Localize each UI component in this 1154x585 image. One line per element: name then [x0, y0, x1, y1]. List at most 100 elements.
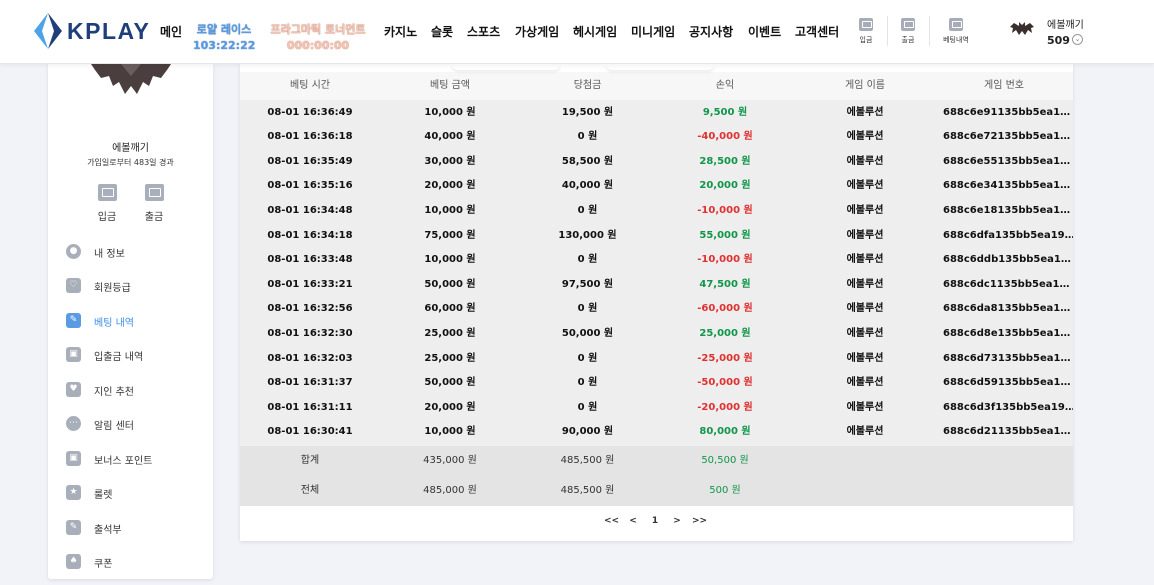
- wallet-icon: [97, 184, 117, 201]
- nav-sports[interactable]: 스포츠: [467, 23, 500, 40]
- table-body: 08-01 16:36:49 10,000 원 19,500 원 9,500 원 에볼루…: [240, 100, 1073, 446]
- game-id-cell: 688c6d3f135bb5ea19…: [943, 401, 1073, 413]
- nav-slot[interactable]: 슬롯: [431, 23, 453, 40]
- membership-days: 가입일로부터 483일 경과: [87, 158, 174, 167]
- top-bet-history-button[interactable]: 베팅내역: [940, 18, 972, 45]
- chat-icon: ⋯: [66, 416, 81, 431]
- divider: [887, 16, 888, 46]
- bet-time-cell: 08-01 16:35:49: [267, 155, 353, 167]
- table-row[interactable]: 08-01 16:34:48 10,000 원 0 원 -10,000 원 에볼루션 68…: [240, 199, 1073, 224]
- table-row[interactable]: 08-01 16:33:21 50,000 원 97,500 원 47,500 원 에볼…: [240, 273, 1073, 298]
- table-row[interactable]: 08-01 16:35:49 30,000 원 58,500 원 28,500 원 에볼…: [240, 150, 1073, 175]
- game-id-cell: 688c6d21135bb5ea1…: [943, 426, 1071, 438]
- column-header: 손익: [715, 80, 735, 91]
- royal-race-timer: 103:22:22: [193, 39, 256, 52]
- nav-mini-game[interactable]: 미니게임: [631, 23, 675, 40]
- game-id-cell: 688c6da8135bb5ea1…: [943, 303, 1071, 315]
- sidebar-deposit-button[interactable]: 입금: [87, 184, 127, 223]
- deposit-icon: [859, 18, 873, 31]
- sidebar-item-attendance[interactable]: ✎ 출석부: [66, 518, 206, 538]
- sidebar-withdraw-label: 출금: [144, 212, 164, 223]
- nav-pragmatic-tournament[interactable]: 프라그마틱 토너먼트 000:00:00: [266, 22, 370, 54]
- sidebar-item-label: 내 정보: [94, 249, 125, 260]
- table-row[interactable]: 08-01 16:36:18 40,000 원 0 원 -40,000 원 에볼루션 68…: [240, 125, 1073, 150]
- sidebar-item-member-grade[interactable]: ♡ 회원등급: [66, 276, 206, 296]
- bat-avatar-icon: [1010, 22, 1034, 35]
- chevron-down-icon[interactable]: ⌄: [1072, 34, 1083, 45]
- summary-label: 전체: [300, 485, 320, 496]
- game-name-cell: 에볼루션: [846, 131, 884, 143]
- sidebar-item-coupon[interactable]: ♠ 쿠폰: [66, 552, 206, 572]
- sidebar-item-label: 회원등급: [94, 283, 131, 294]
- bet-amount-cell: 20,000 원: [424, 401, 476, 413]
- sidebar-withdraw-button[interactable]: 출금: [134, 184, 174, 223]
- summary-row-subtotal: 합계 435,000 원 485,500 원 50,500 원: [240, 446, 1073, 476]
- top-deposit-button[interactable]: 입금: [850, 18, 882, 45]
- bet-time-cell: 08-01 16:32:03: [267, 352, 353, 364]
- table-row[interactable]: 08-01 16:36:49 10,000 원 19,500 원 9,500 원 에볼루…: [240, 101, 1073, 126]
- nav-customer-center[interactable]: 고객센터: [795, 23, 839, 40]
- sidebar-item-my-info[interactable]: ● 내 정보: [66, 242, 206, 262]
- table-row[interactable]: 08-01 16:31:37 50,000 원 0 원 -50,000 원 에볼루션 68…: [240, 371, 1073, 396]
- game-id-cell: 688c6d8e135bb5ea1…: [943, 327, 1071, 339]
- sidebar-item-notifications[interactable]: ⋯ 알림 센터: [66, 414, 206, 434]
- game-name-cell: 에볼루션: [846, 377, 884, 389]
- last-page-button[interactable]: >>: [692, 516, 707, 526]
- first-page-button[interactable]: <<: [604, 516, 619, 526]
- pragmatic-tournament-label: 프라그마틱 토너먼트: [270, 23, 366, 36]
- prev-page-button[interactable]: <: [626, 516, 640, 526]
- bet-amount-cell: 60,000 원: [424, 303, 476, 315]
- sidebar-item-bet-history[interactable]: ✎ 베팅 내역: [66, 311, 206, 331]
- table-row[interactable]: 08-01 16:34:18 75,000 원 130,000 원 55,000 원 에…: [240, 224, 1073, 249]
- nav-virtual-game[interactable]: 가상게임: [515, 23, 559, 40]
- sidebar-item-referral[interactable]: ♥ 지인 추천: [66, 380, 206, 400]
- profit-loss-cell: -25,000 원: [697, 352, 753, 364]
- bet-time-cell: 08-01 16:34:18: [267, 229, 353, 241]
- column-header: 베팅 금액: [430, 80, 470, 91]
- profit-loss-cell: 47,500 원: [699, 278, 751, 290]
- nav-royal-race[interactable]: 로얄 레이스 103:22:22: [193, 22, 255, 54]
- win-amount-cell: 97,500 원: [561, 278, 614, 290]
- table-row[interactable]: 08-01 16:32:03 25,000 원 0 원 -25,000 원 에볼루션 68…: [240, 347, 1073, 372]
- nav-main[interactable]: 메인: [160, 23, 182, 40]
- top-withdraw-button[interactable]: 출금: [892, 18, 924, 45]
- sidebar-item-label: 보너스 포인트: [94, 456, 153, 467]
- summary-win: 485,500 원: [560, 485, 615, 496]
- nav-event[interactable]: 이벤트: [748, 23, 781, 40]
- filter-tab[interactable]: [606, 64, 714, 70]
- table-row[interactable]: 08-01 16:31:11 20,000 원 0 원 -20,000 원 에볼루션 68…: [240, 396, 1073, 421]
- kplay-logo[interactable]: KPLAY: [34, 13, 149, 49]
- user-info[interactable]: 에볼깨기 509 ⌄: [1010, 16, 1120, 50]
- bet-time-cell: 08-01 16:30:41: [267, 426, 353, 438]
- bet-amount-cell: 20,000 원: [424, 180, 476, 192]
- wallet-icon: [144, 184, 164, 201]
- column-header: 게임 번호: [984, 80, 1024, 91]
- nav-notice[interactable]: 공지사항: [689, 23, 733, 40]
- nav-casino[interactable]: 카지노: [384, 23, 417, 40]
- table-row[interactable]: 08-01 16:30:41 10,000 원 90,000 원 80,000 원 에볼…: [240, 420, 1073, 445]
- next-page-button[interactable]: >: [670, 516, 684, 526]
- table-row[interactable]: 08-01 16:32:30 25,000 원 50,000 원 25,000 원 에볼…: [240, 322, 1073, 347]
- column-header: 베팅 시간: [290, 80, 330, 91]
- bat-avatar-icon: [91, 64, 171, 94]
- summary-profit-loss: 50,500 원: [701, 455, 749, 466]
- sidebar-item-bonus-points[interactable]: ▣ 보너스 포인트: [66, 449, 206, 469]
- nav-hash-game[interactable]: 헤시게임: [573, 23, 617, 40]
- table-row[interactable]: 08-01 16:35:16 20,000 원 40,000 원 20,000 원 에볼…: [240, 174, 1073, 199]
- win-amount-cell: 0 원: [577, 401, 598, 413]
- sidebar-item-roulette[interactable]: ★ 룰렛: [66, 483, 206, 503]
- profit-loss-cell: -20,000 원: [697, 401, 753, 413]
- user-icon: ●: [66, 244, 81, 259]
- bet-time-cell: 08-01 16:32:56: [267, 303, 353, 315]
- bet-amount-cell: 10,000 원: [424, 106, 476, 118]
- win-amount-cell: 19,500 원: [561, 106, 614, 118]
- page-number[interactable]: 1: [648, 516, 662, 526]
- sidebar-item-transactions[interactable]: ▣ 입출금 내역: [66, 345, 206, 365]
- filter-tab[interactable]: [452, 64, 560, 70]
- table-row[interactable]: 08-01 16:33:48 10,000 원 0 원 -10,000 원 에볼루션 68…: [240, 248, 1073, 273]
- table-row[interactable]: 08-01 16:32:56 60,000 원 0 원 -60,000 원 에볼루션 68…: [240, 297, 1073, 322]
- withdraw-icon: [901, 18, 915, 31]
- game-id-cell: 688c6dc1135bb5ea1…: [943, 278, 1070, 290]
- profit-loss-cell: 80,000 원: [699, 426, 751, 438]
- summary-bet: 485,000 원: [423, 485, 477, 496]
